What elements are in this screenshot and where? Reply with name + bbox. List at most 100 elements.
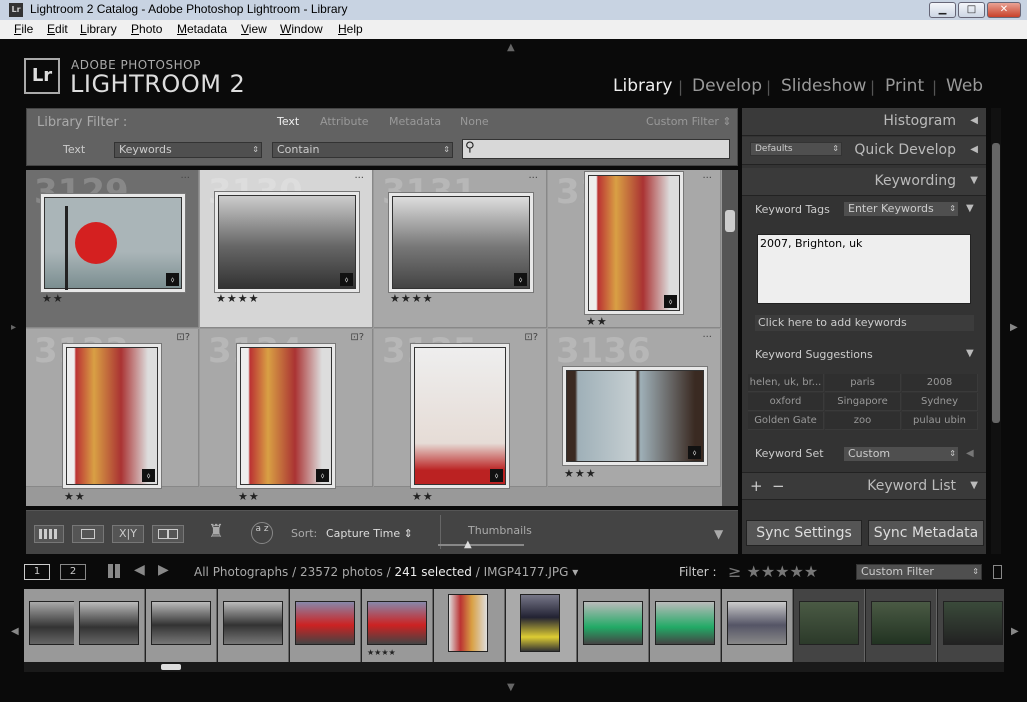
photo-thumbnail[interactable]: ⬨: [218, 195, 356, 289]
filter-tab-none[interactable]: None: [460, 115, 489, 128]
photo-thumbnail[interactable]: ⬨: [66, 347, 158, 485]
menu-edit[interactable]: Edit: [47, 22, 68, 36]
filmstrip-cell[interactable]: [578, 589, 649, 662]
primary-window-button[interactable]: 1: [24, 564, 50, 580]
collapse-left-icon[interactable]: ◀: [966, 448, 974, 459]
grid-cell[interactable]: 3136 ··· ⬨ ★★★: [548, 329, 721, 487]
star-rating[interactable]: ★★: [586, 315, 608, 328]
filmstrip-cell[interactable]: [434, 589, 505, 662]
right-panel-toggle-icon[interactable]: ▶: [1010, 322, 1018, 333]
star-rating[interactable]: ★★: [412, 490, 434, 503]
grid-cell[interactable]: 3134 ⊡? ⬨ ★★: [200, 329, 373, 503]
star-rating[interactable]: ★★: [238, 490, 260, 503]
filmstrip-thumbnail[interactable]: [583, 601, 643, 645]
secondary-window-button[interactable]: 2: [60, 564, 86, 580]
filmstrip-thumbnail[interactable]: [871, 601, 931, 645]
keyword-tags-textarea[interactable]: 2007, Brighton, uk: [757, 234, 971, 304]
thumbnail-size-slider[interactable]: [438, 544, 524, 546]
thumbnail-slider-handle[interactable]: ▲: [464, 539, 472, 550]
keyword-suggestion[interactable]: Singapore: [825, 393, 901, 411]
menu-window[interactable]: Window: [280, 22, 323, 36]
loupe-view-button[interactable]: [72, 525, 104, 543]
filmstrip-cell[interactable]: [290, 589, 361, 662]
menu-view[interactable]: View: [241, 22, 267, 36]
bottom-panel-toggle-icon[interactable]: ▼: [507, 682, 515, 693]
cell-options-icon[interactable]: ···: [702, 332, 712, 343]
module-slideshow[interactable]: Slideshow: [781, 76, 866, 96]
filmstrip-thumbnail[interactable]: [223, 601, 283, 645]
quick-develop-header[interactable]: Defaults ⇕ Quick Develop ◀: [742, 137, 986, 165]
photo-thumbnail[interactable]: ⬨: [44, 197, 182, 290]
filmstrip-breadcrumb[interactable]: All Photographs / 23572 photos / 241 sel…: [194, 565, 578, 579]
toolbar-menu-icon[interactable]: ▼: [714, 527, 723, 541]
cell-options-icon[interactable]: ⊡?: [176, 332, 190, 343]
filter-tab-metadata[interactable]: Metadata: [389, 115, 441, 128]
filmstrip-thumbnail[interactable]: [79, 601, 139, 645]
filmstrip-cell[interactable]: [938, 589, 1004, 662]
menu-file[interactable]: File: [14, 22, 33, 36]
grid-cell[interactable]: 3129 ··· ⬨ ★★: [26, 170, 199, 328]
add-keyword-button[interactable]: +: [750, 477, 763, 495]
right-panel-scroll-thumb[interactable]: [992, 143, 1000, 423]
menu-library[interactable]: Library: [80, 22, 117, 36]
expand-down-icon[interactable]: ▼: [966, 203, 974, 214]
close-button[interactable]: ✕: [987, 2, 1021, 18]
sort-dropdown[interactable]: Capture Time ⇕: [326, 527, 413, 540]
grid-scroll-thumb[interactable]: [725, 210, 735, 232]
filmstrip-thumbnail[interactable]: [799, 601, 859, 645]
filter-search-input[interactable]: ⚲: [462, 139, 730, 159]
filmstrip-scroll-thumb[interactable]: [161, 664, 181, 670]
grid-shortcut-icon[interactable]: [108, 564, 122, 578]
module-web[interactable]: Web: [946, 76, 983, 96]
filter-lock-icon[interactable]: [993, 565, 1002, 579]
right-panel-scrollbar[interactable]: [991, 108, 1001, 554]
left-panel-toggle-icon[interactable]: ▸: [11, 322, 16, 333]
photo-thumbnail[interactable]: ⬨: [392, 196, 530, 289]
filmstrip-scrollbar[interactable]: [24, 662, 1004, 672]
filmstrip-thumbnail[interactable]: [520, 594, 560, 652]
grid-cell[interactable]: 3130 ··· ⬨ ★★★★: [200, 170, 373, 328]
filmstrip-cell[interactable]: [794, 589, 865, 662]
filmstrip-cell[interactable]: ★★★★: [362, 589, 433, 662]
keyword-suggestion[interactable]: helen, uk, br...: [748, 374, 824, 392]
expand-down-icon[interactable]: ▼: [966, 348, 974, 359]
grid-cell[interactable]: 3132 ··· ⬨ ★★: [548, 170, 721, 328]
keyword-suggestion[interactable]: zoo: [825, 412, 901, 430]
compare-view-button[interactable]: X|Y: [112, 525, 144, 543]
filter-preset-dropdown[interactable]: Custom Filter ⇕: [646, 115, 732, 128]
cell-options-icon[interactable]: ···: [180, 173, 190, 184]
grid-view-button[interactable]: [34, 525, 64, 543]
filmstrip-left-toggle-icon[interactable]: ◀: [11, 626, 19, 637]
module-library[interactable]: Library: [613, 76, 672, 96]
filmstrip-thumbnail[interactable]: [367, 601, 427, 645]
filmstrip-thumbnail[interactable]: [151, 601, 211, 645]
filmstrip-cell[interactable]: [146, 589, 217, 662]
filmstrip-right-toggle-icon[interactable]: ▶: [1011, 626, 1019, 637]
photo-thumbnail[interactable]: ⬨: [566, 370, 704, 462]
top-panel-toggle-icon[interactable]: ▲: [507, 42, 515, 53]
maximize-button[interactable]: □: [958, 2, 985, 18]
keyword-set-dropdown[interactable]: Custom ⇕: [843, 446, 959, 462]
menu-metadata[interactable]: Metadata: [177, 22, 227, 36]
star-rating[interactable]: ★★★★: [216, 292, 259, 305]
filmstrip-thumbnail[interactable]: [727, 601, 787, 645]
cell-options-icon[interactable]: ···: [528, 173, 538, 184]
photo-thumbnail[interactable]: ⬨: [414, 347, 506, 485]
star-rating[interactable]: ★★★★: [390, 292, 433, 305]
keyword-list-header[interactable]: + − Keyword List ▼: [742, 472, 986, 500]
back-arrow-icon[interactable]: ◀: [134, 562, 145, 578]
keyword-suggestion[interactable]: paris: [825, 374, 901, 392]
keywording-header[interactable]: Keywording ▼: [742, 168, 986, 196]
sort-direction-button[interactable]: a z: [251, 522, 273, 544]
sync-metadata-button[interactable]: Sync Metadata: [868, 520, 984, 546]
filmstrip-cell[interactable]: [650, 589, 721, 662]
add-keywords-input[interactable]: Click here to add keywords: [755, 315, 974, 331]
grid-cell[interactable]: 3131 ··· ⬨ ★★★★: [374, 170, 547, 328]
star-rating[interactable]: ★★: [64, 490, 86, 503]
rating-filter[interactable]: ≥ ★★★★★: [728, 562, 818, 581]
cell-options-icon[interactable]: ⊡?: [524, 332, 538, 343]
cell-options-icon[interactable]: ···: [702, 173, 712, 184]
filmstrip-thumbnail[interactable]: [655, 601, 715, 645]
filmstrip-cell[interactable]: [722, 589, 793, 662]
filmstrip-cell[interactable]: [866, 589, 937, 662]
